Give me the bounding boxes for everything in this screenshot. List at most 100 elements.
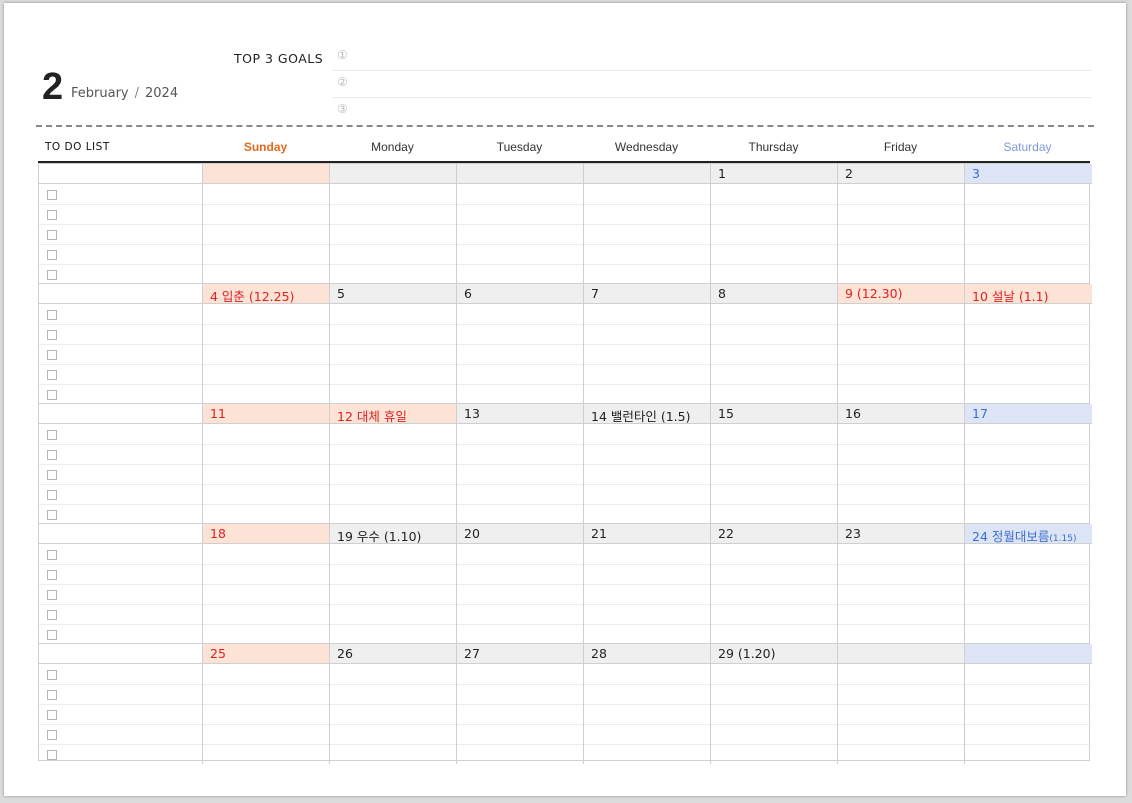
row-divider xyxy=(965,204,1092,205)
todo-checkbox[interactable] xyxy=(47,430,57,440)
row-divider xyxy=(838,264,964,265)
day-cell[interactable]: 7 xyxy=(584,284,711,404)
todo-checkbox[interactable] xyxy=(47,550,57,560)
row-divider xyxy=(39,224,202,225)
row-divider xyxy=(711,484,837,485)
todo-checkbox[interactable] xyxy=(47,450,57,460)
day-cell[interactable] xyxy=(584,164,711,284)
day-cell[interactable]: 4 입춘 (12.25) xyxy=(203,284,330,404)
day-cell[interactable]: 2 xyxy=(838,164,965,284)
row-divider xyxy=(711,344,837,345)
day-cell[interactable]: 23 xyxy=(838,524,965,644)
todo-checkbox[interactable] xyxy=(47,690,57,700)
row-divider xyxy=(838,364,964,365)
todo-checkbox[interactable] xyxy=(47,190,57,200)
day-cell[interactable] xyxy=(838,644,965,764)
date-label: 11 xyxy=(210,406,226,421)
day-cell[interactable]: 11 xyxy=(203,404,330,524)
row-divider xyxy=(203,364,329,365)
day-cell[interactable]: 19 우수 (1.10) xyxy=(330,524,457,644)
row-divider xyxy=(39,744,202,745)
row-divider xyxy=(838,684,964,685)
todo-checkbox[interactable] xyxy=(47,330,57,340)
todo-checkbox[interactable] xyxy=(47,250,57,260)
row-divider xyxy=(838,384,964,385)
day-cell[interactable]: 15 xyxy=(711,404,838,524)
todo-checkbox[interactable] xyxy=(47,630,57,640)
day-cell[interactable]: 9 (12.30) xyxy=(838,284,965,404)
date-bar: 6 xyxy=(457,284,583,304)
day-cell[interactable]: 26 xyxy=(330,644,457,764)
day-cell[interactable] xyxy=(203,164,330,284)
todo-checkbox[interactable] xyxy=(47,490,57,500)
day-cell[interactable]: 22 xyxy=(711,524,838,644)
day-cell[interactable]: 17 xyxy=(965,404,1092,524)
day-cell[interactable] xyxy=(457,164,584,284)
date-bar: 14 밸런타인 (1.5) xyxy=(584,404,710,424)
todo-checkbox[interactable] xyxy=(47,670,57,680)
date-label: 27 xyxy=(464,646,480,661)
day-cell[interactable]: 1 xyxy=(711,164,838,284)
goal-row-1[interactable]: ① xyxy=(332,44,1092,71)
todo-checkbox[interactable] xyxy=(47,570,57,580)
day-cell[interactable]: 29 (1.20) xyxy=(711,644,838,764)
goal-row-2[interactable]: ② xyxy=(332,71,1092,98)
day-cell[interactable]: 28 xyxy=(584,644,711,764)
day-cell[interactable]: 12 대체 휴일 xyxy=(330,404,457,524)
row-divider xyxy=(203,504,329,505)
todo-checkbox[interactable] xyxy=(47,610,57,620)
todo-checkbox[interactable] xyxy=(47,270,57,280)
day-cell[interactable]: 25 xyxy=(203,644,330,764)
day-cell[interactable]: 10 설날 (1.1) xyxy=(965,284,1092,404)
todo-checkbox[interactable] xyxy=(47,750,57,760)
date-label: 8 xyxy=(718,286,726,301)
day-cell[interactable] xyxy=(330,164,457,284)
row-divider xyxy=(711,704,837,705)
todo-checkbox[interactable] xyxy=(47,230,57,240)
row-divider xyxy=(39,384,202,385)
day-cell[interactable]: 5 xyxy=(330,284,457,404)
date-bar: 28 xyxy=(584,644,710,664)
day-cell[interactable]: 21 xyxy=(584,524,711,644)
row-divider xyxy=(330,724,456,725)
todo-checkbox[interactable] xyxy=(47,470,57,480)
todo-cell xyxy=(39,404,203,524)
todo-checkbox[interactable] xyxy=(47,390,57,400)
date-bar: 16 xyxy=(838,404,964,424)
todo-checkbox[interactable] xyxy=(47,590,57,600)
day-cell[interactable]: 16 xyxy=(838,404,965,524)
day-cell[interactable]: 14 밸런타인 (1.5) xyxy=(584,404,711,524)
row-divider xyxy=(965,264,1092,265)
row-divider xyxy=(838,484,964,485)
row-divider xyxy=(457,624,583,625)
day-cell[interactable]: 8 xyxy=(711,284,838,404)
row-divider xyxy=(965,724,1092,725)
row-divider xyxy=(203,484,329,485)
todo-checkbox[interactable] xyxy=(47,310,57,320)
day-cell[interactable] xyxy=(965,644,1092,764)
day-cell[interactable]: 27 xyxy=(457,644,584,764)
goal-row-3[interactable]: ③ xyxy=(332,98,1092,124)
date-bar: 21 xyxy=(584,524,710,544)
todo-checkbox[interactable] xyxy=(47,710,57,720)
todo-checkbox[interactable] xyxy=(47,210,57,220)
row-divider xyxy=(965,704,1092,705)
day-cell[interactable]: 6 xyxy=(457,284,584,404)
date-label: 19 우수 (1.10) xyxy=(337,529,422,544)
date-label: 20 xyxy=(464,526,480,541)
day-cell[interactable]: 24 정월대보름(1.15) xyxy=(965,524,1092,644)
todo-checkbox[interactable] xyxy=(47,730,57,740)
day-cell[interactable]: 20 xyxy=(457,524,584,644)
row-divider xyxy=(457,344,583,345)
day-cell[interactable]: 3 xyxy=(965,164,1092,284)
todo-checkbox[interactable] xyxy=(47,510,57,520)
todo-checkbox[interactable] xyxy=(47,350,57,360)
day-cell[interactable]: 13 xyxy=(457,404,584,524)
row-divider xyxy=(457,684,583,685)
date-label: 16 xyxy=(845,406,861,421)
weekday-wednesday: Wednesday xyxy=(614,140,679,154)
todo-checkbox[interactable] xyxy=(47,370,57,380)
day-cell[interactable]: 18 xyxy=(203,524,330,644)
date-bar: 11 xyxy=(203,404,329,424)
weekday-monday: Monday xyxy=(371,140,414,154)
